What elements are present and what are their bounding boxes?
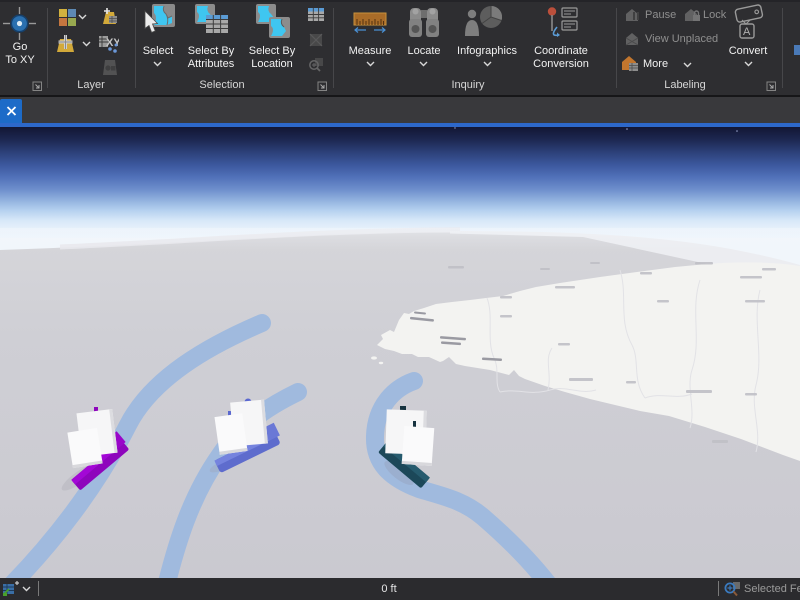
svg-text:A: A bbox=[743, 26, 751, 38]
svg-text:XY: XY bbox=[106, 37, 119, 49]
